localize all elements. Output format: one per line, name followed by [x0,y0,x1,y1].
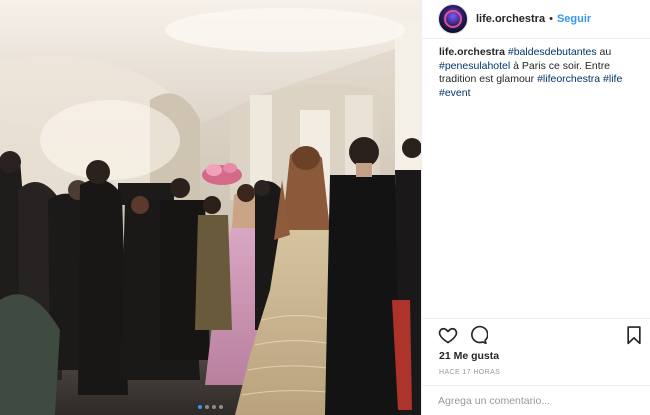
instagram-post: life.orchestra • Seguir life.orchestra #… [0,0,650,415]
carousel-dot[interactable] [198,405,202,409]
carousel-indicator [0,405,421,409]
post-caption: life.orchestra #baldesdebutantes au #pen… [439,46,643,100]
avatar[interactable] [438,4,468,34]
hashtag-link[interactable]: #baldesdebutantes [508,46,597,58]
username-link[interactable]: life.orchestra [476,13,545,25]
carousel-dot[interactable] [212,405,216,409]
follow-button[interactable]: Seguir [557,13,591,25]
post-header: life.orchestra • Seguir [422,0,650,38]
carousel-dot[interactable] [219,405,223,409]
likes-count[interactable]: 21 Me gusta [439,350,499,362]
comment-divider [422,385,650,386]
header-separator: • [549,13,553,25]
hashtag-link[interactable]: #penesulahotel [439,60,510,72]
comment-bubble-icon[interactable] [468,325,489,345]
post-photo[interactable] [0,0,421,415]
caption-text: au [596,46,612,58]
header-divider [422,38,650,39]
bookmark-icon[interactable] [624,325,644,345]
post-side-panel: life.orchestra • Seguir life.orchestra #… [421,0,650,415]
hashtag-link[interactable]: #life [603,73,622,85]
post-actions [438,325,641,345]
actions-divider [422,318,650,319]
carousel-dot[interactable] [205,405,209,409]
hashtag-link[interactable]: #lifeorchestra [537,73,600,85]
heart-outline-icon[interactable] [438,325,458,345]
ballroom-photo [0,0,421,415]
post-timestamp[interactable]: HACE 17 HORAS [439,369,500,376]
hashtag-link[interactable]: #event [439,87,471,99]
comment-input[interactable] [438,392,634,410]
caption-username[interactable]: life.orchestra [439,46,505,58]
